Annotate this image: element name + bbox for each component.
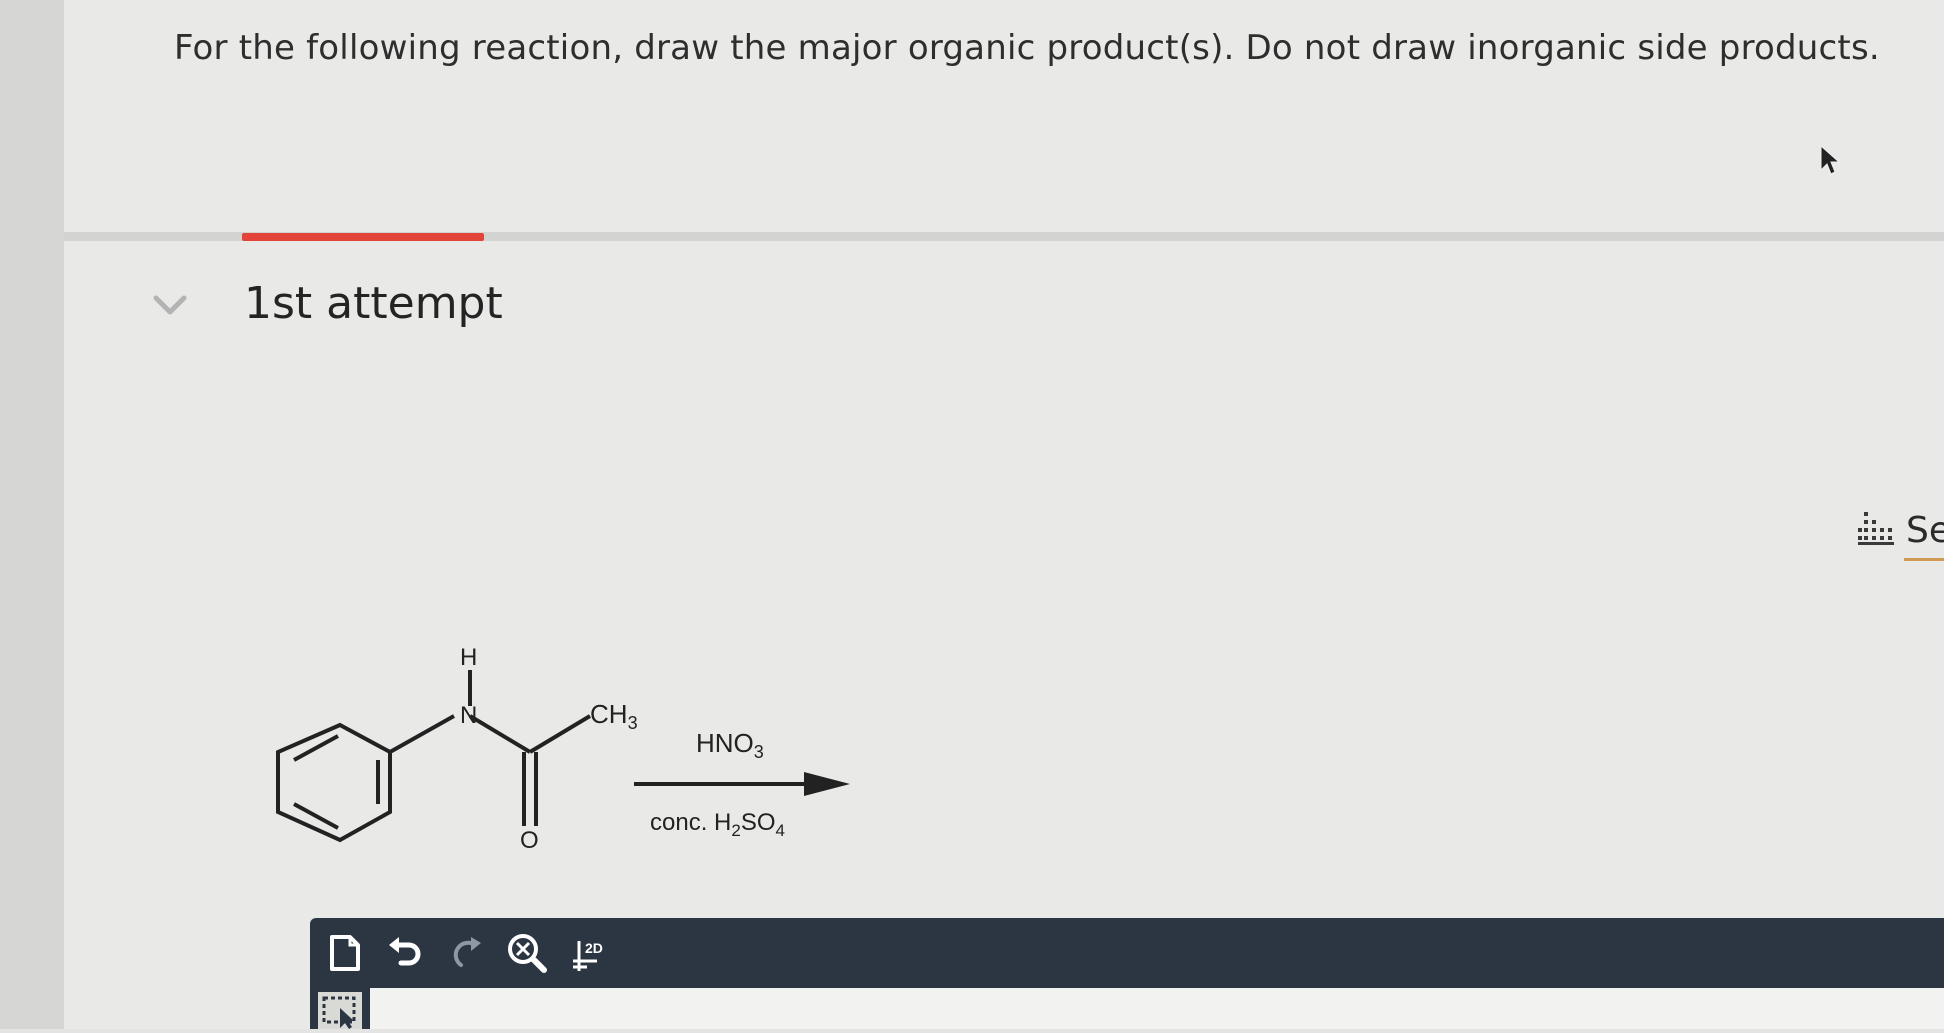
- attempt-progress-bar: [242, 233, 484, 241]
- clean-2d-label: 2D: [585, 940, 603, 956]
- reagent-bottom-mid: SO: [741, 809, 776, 836]
- side-tool-button[interactable]: Se: [1852, 502, 1944, 562]
- side-tool-label: Se: [1906, 510, 1944, 551]
- reagent-bottom-sub2: 4: [776, 821, 785, 840]
- zoom-reset-button[interactable]: [504, 930, 550, 976]
- question-text: For the following reaction, draw the maj…: [174, 28, 1880, 68]
- side-tool-underline: [1904, 558, 1944, 561]
- new-document-icon: [330, 935, 360, 971]
- drawing-toolbar: 2D: [310, 918, 1944, 988]
- left-gutter: [0, 0, 64, 1029]
- atom-label-n: N: [460, 702, 477, 729]
- mouse-pointer-icon: [1820, 144, 1841, 175]
- reagent-bottom: conc. H2SO4: [650, 809, 785, 840]
- redo-button[interactable]: [444, 930, 490, 976]
- ch3-text: CH: [590, 699, 628, 729]
- reagent-bottom-sub1: 2: [731, 821, 740, 840]
- new-document-button[interactable]: [322, 930, 368, 976]
- reagent-bottom-prefix: conc. H: [650, 809, 731, 836]
- data-table-icon: [1858, 512, 1894, 545]
- acetamide-bonds: [389, 670, 592, 826]
- redo-icon: [453, 937, 481, 967]
- selection-tool-button[interactable]: [318, 992, 362, 1029]
- atom-label-o: O: [520, 827, 539, 854]
- clean-2d-icon: 2D: [573, 940, 603, 971]
- marquee-select-icon: [322, 996, 356, 1029]
- undo-button[interactable]: [382, 930, 428, 976]
- zoom-reset-icon: [508, 934, 547, 973]
- undo-icon: [389, 937, 421, 966]
- reaction-arrow: [634, 772, 850, 796]
- attempt-title: 1st attempt: [244, 278, 503, 329]
- group-label-ch3: CH3: [590, 699, 638, 733]
- clean-2d-button[interactable]: 2D: [566, 930, 612, 976]
- drawing-canvas[interactable]: [370, 988, 1944, 1029]
- reagent-top-subscript: 3: [754, 742, 764, 762]
- benzene-ring: [276, 722, 392, 843]
- reagent-top-text: HNO: [696, 728, 754, 758]
- chevron-down-icon[interactable]: [152, 290, 188, 318]
- reagent-top: HNO3: [696, 728, 764, 762]
- ch3-subscript: 3: [628, 713, 638, 733]
- atom-label-h: H: [460, 644, 477, 671]
- reaction-scheme: H N CH3 O HNO3 conc. H2SO4: [276, 644, 850, 854]
